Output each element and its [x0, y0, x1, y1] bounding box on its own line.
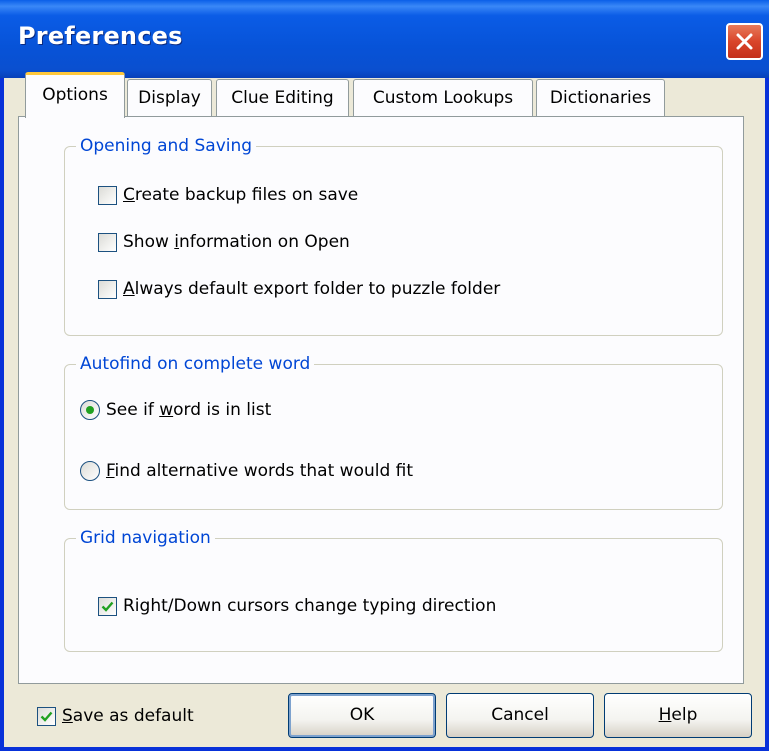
checkbox-label: Save as default	[62, 706, 194, 726]
checkbox-label: Create backup files on save	[123, 185, 359, 205]
close-icon	[736, 33, 753, 50]
create-backup-checkbox[interactable]: Create backup files on save	[98, 185, 358, 205]
close-button[interactable]	[726, 23, 763, 60]
tab-custom-lookups[interactable]: Custom Lookups	[353, 79, 533, 116]
group-opening-saving: Opening and Saving Create backup files o…	[64, 135, 723, 336]
cursors-change-direction-checkbox[interactable]: Right/Down cursors change typing directi…	[98, 596, 496, 616]
checkbox-box[interactable]	[98, 596, 117, 616]
radio-label: See if word is in list	[106, 400, 272, 420]
title-bar[interactable]: Preferences	[0, 0, 769, 78]
cancel-button[interactable]: Cancel	[446, 693, 594, 738]
see-if-word-in-list-radio[interactable]: See if word is in list	[80, 400, 271, 420]
check-mark-icon	[101, 601, 114, 612]
button-label: Help	[658, 705, 698, 725]
check-mark-icon	[40, 711, 53, 722]
help-button[interactable]: Help	[604, 693, 752, 738]
tab-options[interactable]: Options	[25, 72, 125, 118]
save-as-default-checkbox[interactable]: Save as default	[37, 706, 194, 726]
tab-display[interactable]: Display	[127, 79, 212, 116]
radio-button[interactable]	[80, 400, 100, 420]
radio-selected-dot	[86, 406, 94, 414]
group-grid-navigation: Grid navigation Right/Down cursors chang…	[64, 527, 723, 652]
ok-button[interactable]: OK	[288, 693, 436, 738]
options-tab-panel: Opening and Saving Create backup files o…	[18, 116, 744, 684]
tab-label: Clue Editing	[231, 88, 334, 108]
find-alternative-words-radio[interactable]: Find alternative words that would fit	[80, 461, 413, 481]
checkbox-label: Show information on Open	[123, 232, 350, 252]
tab-dictionaries[interactable]: Dictionaries	[536, 79, 665, 116]
show-info-on-open-checkbox[interactable]: Show information on Open	[98, 232, 350, 252]
tab-label: Custom Lookups	[372, 88, 514, 108]
group-title: Opening and Saving	[76, 135, 257, 157]
default-export-folder-checkbox[interactable]: Always default export folder to puzzle f…	[98, 279, 500, 299]
tab-label: Options	[42, 85, 108, 105]
checkbox-label: Right/Down cursors change typing directi…	[123, 596, 497, 616]
tab-clue-editing[interactable]: Clue Editing	[216, 79, 349, 116]
checkbox-label: Always default export folder to puzzle f…	[123, 279, 501, 299]
group-autofind: Autofind on complete word See if word is…	[64, 353, 723, 510]
checkbox-box[interactable]	[98, 232, 117, 252]
button-label: Cancel	[491, 705, 549, 725]
radio-label: Find alternative words that would fit	[106, 461, 414, 481]
radio-button[interactable]	[80, 461, 100, 481]
button-label: OK	[349, 705, 375, 725]
window-title: Preferences	[18, 22, 183, 50]
group-title: Grid navigation	[76, 527, 215, 549]
tab-label: Dictionaries	[549, 88, 652, 108]
group-title: Autofind on complete word	[76, 353, 315, 375]
tab-label: Display	[138, 88, 201, 108]
checkbox-box[interactable]	[98, 185, 117, 205]
checkbox-box[interactable]	[98, 279, 117, 299]
checkbox-box[interactable]	[37, 706, 56, 726]
